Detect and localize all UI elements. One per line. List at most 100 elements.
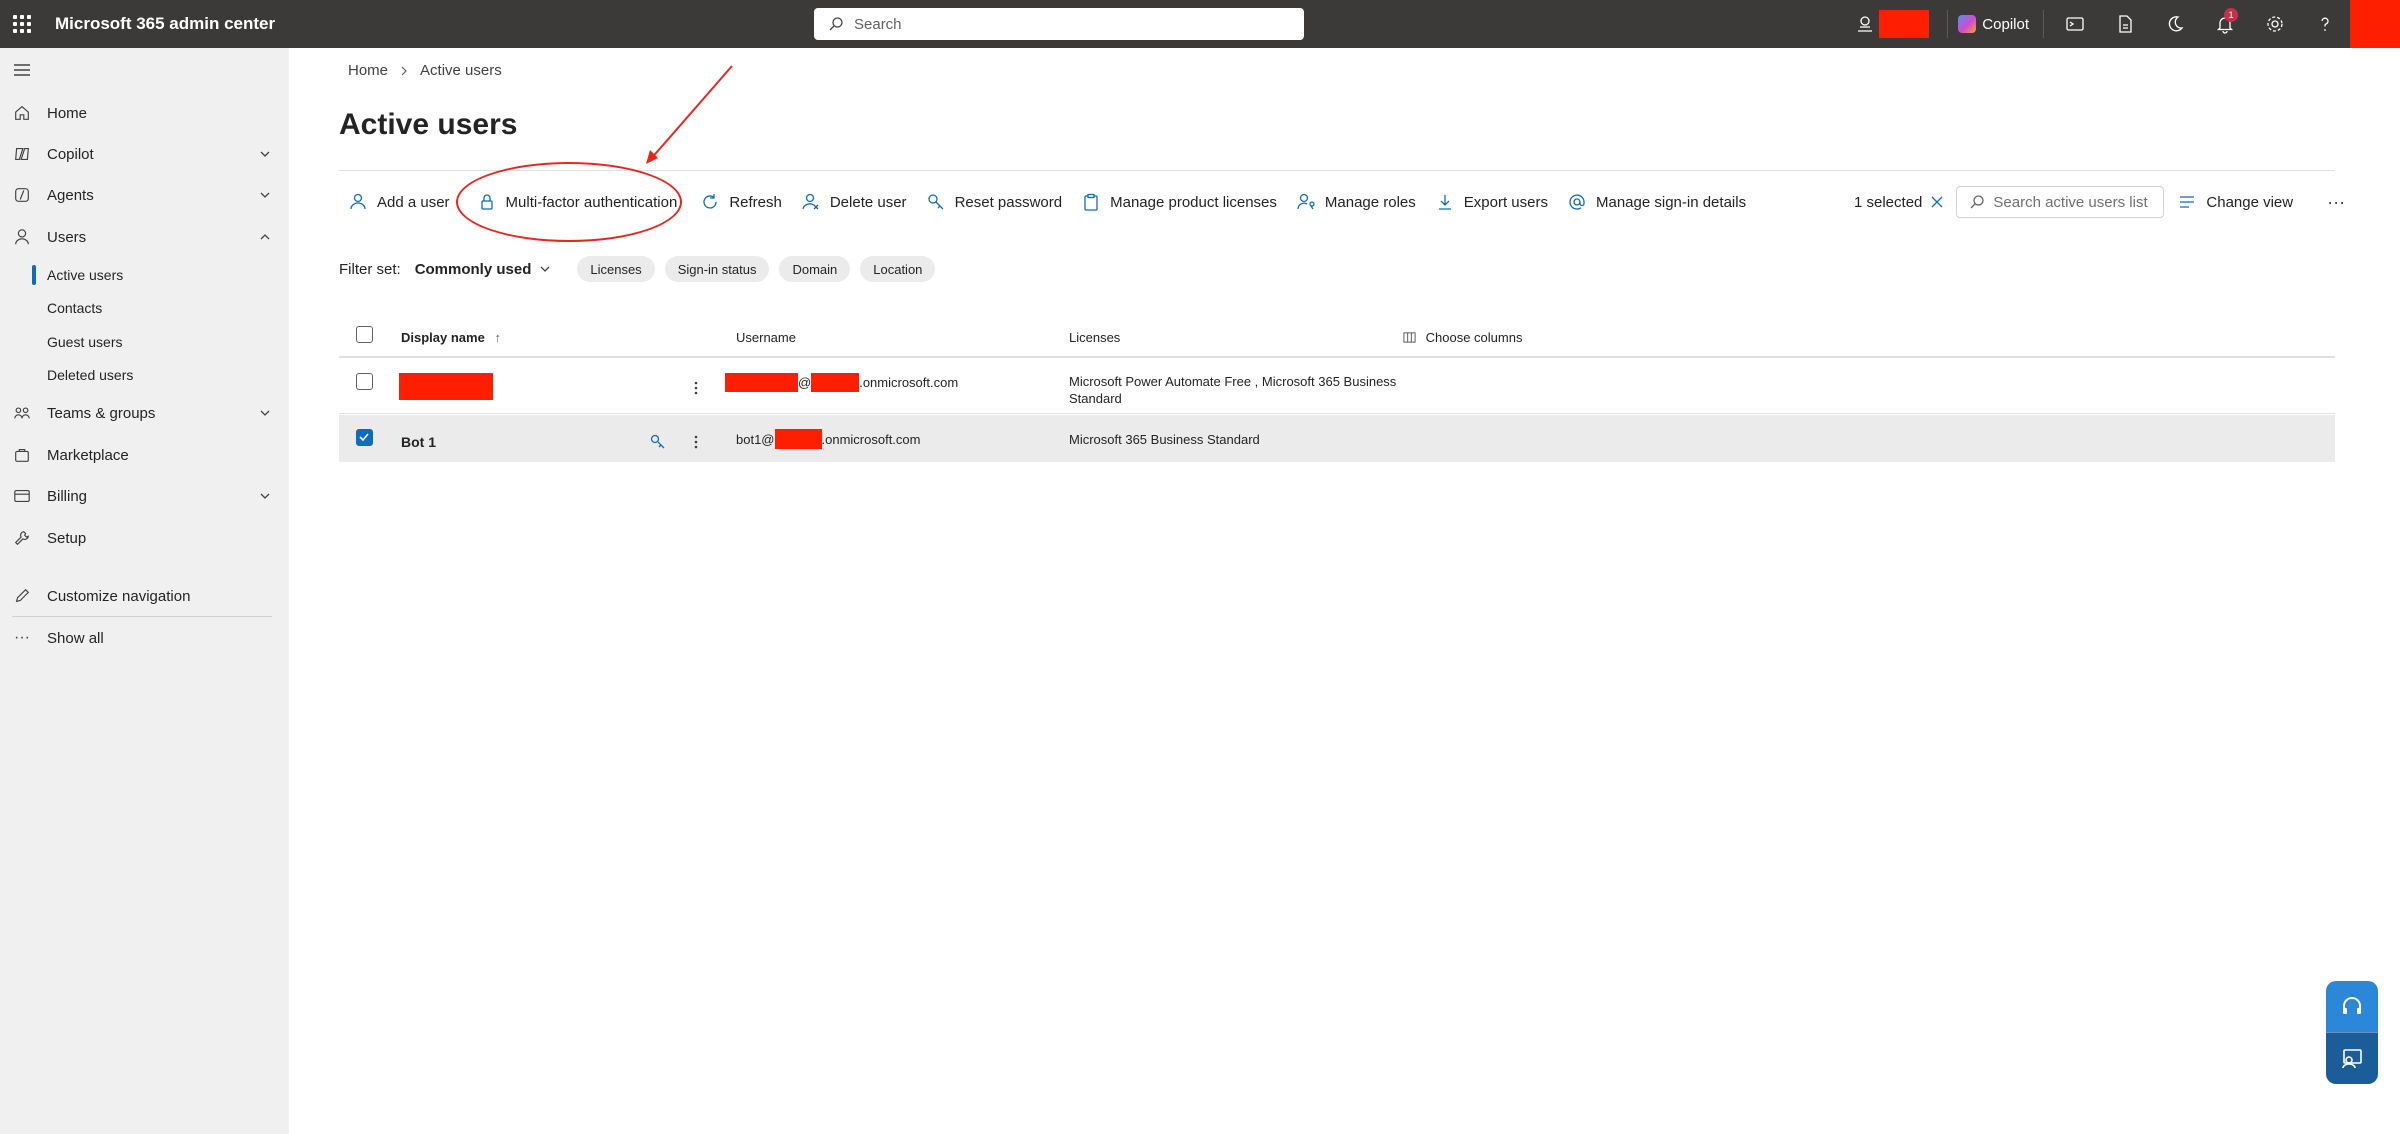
row-more-icon[interactable] [694,381,698,395]
nav-sub-guest-users[interactable]: Guest users [0,326,289,358]
filter-pill-licenses[interactable]: Licenses [577,256,655,282]
change-view-button[interactable]: Change view [2168,184,2303,220]
person-icon [15,229,29,245]
nav-item-customize-navigation[interactable]: Customize navigation [0,576,289,616]
floating-help-panel [2326,981,2378,1084]
manage-roles-label: Manage roles [1324,193,1416,211]
manage-sign-in-details-button[interactable]: Manage sign-in details [1558,184,1756,220]
checkmark-icon [359,433,369,442]
licenses-line: Microsoft Power Automate Free , Microsof… [1069,374,1397,389]
add-person-icon [350,193,366,210]
row-checkbox-checked[interactable] [356,429,373,446]
filter-pill-sign-in-status[interactable]: Sign-in status [664,256,770,282]
copilot-icon [1958,15,1977,33]
left-navigation: Home Copilot Agents Users Active users C… [0,48,289,1134]
manage-roles-button[interactable]: Manage roles [1287,184,1426,220]
global-search-input[interactable]: Search [814,8,1304,40]
nav-item-agents[interactable]: Agents [0,175,289,215]
refresh-button[interactable]: Refresh [691,184,792,220]
refresh-icon [703,194,717,209]
nav-sub-active-users[interactable]: Active users [0,259,289,291]
nav-sub-contacts[interactable]: Contacts [0,292,289,324]
table-row[interactable]: @ .onmicrosoft.com Microsoft Power Autom… [339,360,2335,414]
licenses-line: Standard [1069,391,1122,406]
delete-user-button[interactable]: Delete user [792,184,917,220]
headset-icon [2343,996,2361,1014]
column-header-username[interactable]: Username [736,330,796,345]
choose-columns-button[interactable]: Choose columns [1403,330,1522,345]
filter-pill-domain[interactable]: Domain [779,256,851,282]
nav-sub-deleted-users[interactable]: Deleted users [0,359,289,391]
export-users-button[interactable]: Export users [1426,184,1558,220]
hamburger-menu-icon[interactable] [12,62,32,78]
more-actions-icon[interactable]: ··· [2317,184,2355,220]
table-row-selected[interactable]: Bot 1 bot1@ .onmicrosoft.com Microsoft 3… [339,415,2335,462]
nav-item-teams-groups[interactable]: Teams & groups [0,393,289,433]
nav-item-home[interactable]: Home [0,93,289,133]
clear-selection-icon[interactable] [1930,195,1944,209]
remove-person-icon [802,193,819,210]
nav-item-setup[interactable]: Setup [0,518,289,558]
org-icon[interactable] [1851,0,1879,48]
help-icon[interactable] [2300,0,2350,48]
chevron-down-icon [260,192,270,198]
display-name-cell[interactable]: Bot 1 [401,434,436,450]
terminal-icon[interactable] [2050,0,2100,48]
nav-item-show-all[interactable]: ··· Show all [0,618,289,658]
chevron-down-icon[interactable] [539,263,551,275]
table-header: Display name ↑ Username Licenses Choose … [339,318,2335,358]
add-user-button[interactable]: Add a user [339,184,460,220]
dark-mode-icon[interactable] [2150,0,2200,48]
username-cell: bot1@ .onmicrosoft.com [736,429,920,449]
document-icon[interactable] [2100,0,2150,48]
filter-pill-location[interactable]: Location [860,256,936,282]
search-users-placeholder: Search active users list [1993,193,2148,211]
nav-label-marketplace: Marketplace [47,446,129,464]
filter-set-dropdown[interactable]: Commonly used [415,261,532,278]
notifications-icon[interactable]: 1 [2200,0,2250,48]
support-headset-button[interactable] [2326,981,2378,1032]
agents-icon [15,188,29,202]
row-checkbox[interactable] [356,373,373,390]
username-prefix: bot1@ [736,431,775,447]
column-header-licenses[interactable]: Licenses [1069,330,1120,345]
bag-icon [15,449,29,462]
search-icon [1970,195,1985,209]
home-icon [15,105,29,120]
nav-label-copilot: Copilot [47,145,94,163]
feedback-button[interactable] [2326,1032,2378,1084]
nav-item-marketplace[interactable]: Marketplace [0,435,289,475]
reset-password-key-icon[interactable] [650,434,666,450]
reset-password-label: Reset password [954,193,1063,211]
redacted-avatar[interactable] [2350,0,2400,48]
pencil-icon [15,588,30,603]
column-header-display-name[interactable]: Display name ↑ [401,330,501,345]
breadcrumb-home-link[interactable]: Home [348,62,388,79]
chevron-down-icon [260,410,270,416]
chevron-down-icon [260,493,270,499]
change-view-label: Change view [2206,193,2294,211]
reset-password-button[interactable]: Reset password [917,184,1073,220]
username-at: @ [798,375,812,390]
settings-gear-icon[interactable] [2250,0,2300,48]
filter-row: Filter set: Commonly used Licenses Sign-… [339,254,945,284]
nav-item-users[interactable]: Users [0,217,289,257]
manage-product-licenses-button[interactable]: Manage product licenses [1072,184,1287,220]
annotation-ellipse [456,162,682,242]
search-active-users-input[interactable]: Search active users list [1956,186,2165,218]
at-sign-icon [1569,194,1585,210]
teams-icon [14,407,30,419]
nav-item-copilot[interactable]: Copilot [0,134,289,174]
search-icon [829,17,843,31]
sort-ascending-icon: ↑ [494,330,501,345]
redacted-tenant-name [774,429,822,449]
row-more-icon[interactable] [694,435,698,449]
select-all-checkbox[interactable] [356,326,373,343]
copilot-button[interactable]: Copilot [1947,10,2044,38]
nav-item-billing[interactable]: Billing [0,476,289,516]
chevron-up-icon [260,234,270,240]
redacted-display-name[interactable] [399,373,493,400]
app-launcher-icon[interactable] [0,0,44,48]
feedback-person-icon [2342,1048,2362,1068]
app-title[interactable]: Microsoft 365 admin center [55,14,275,34]
